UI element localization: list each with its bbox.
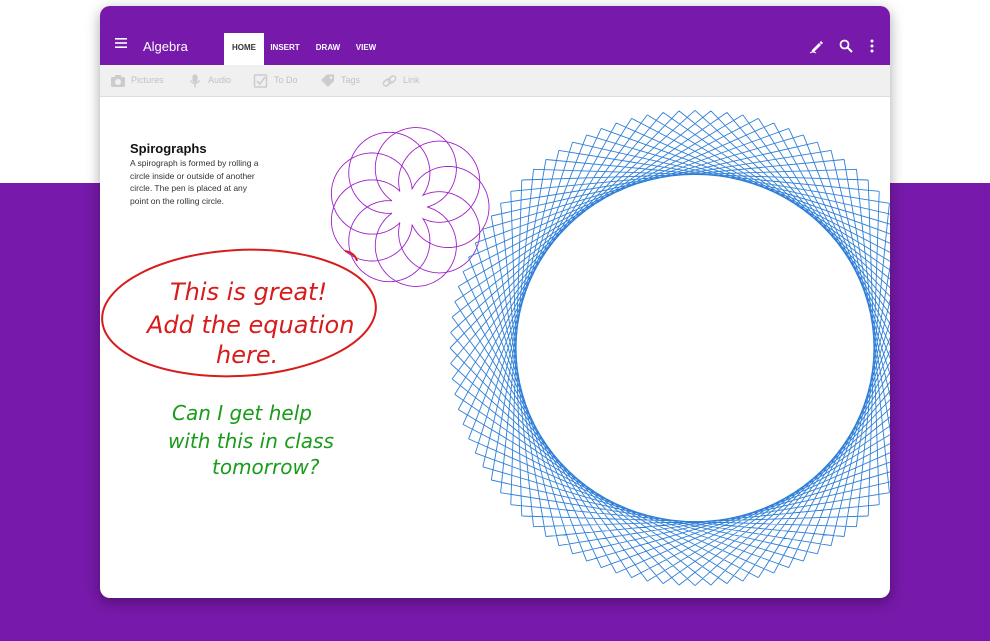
purple-spirograph-curve — [330, 127, 490, 287]
blue-spirograph — [449, 109, 890, 586]
red-ink-line-1: This is great! — [170, 278, 327, 306]
red-ink-line-2: Add the equation — [145, 311, 354, 339]
app-window: Algebra HOME INSERT DRAW VIEW Pictures A… — [100, 6, 890, 598]
green-ink-line-1: Can I get help — [172, 401, 312, 425]
green-ink-line-3: tomorrow? — [212, 455, 320, 479]
page-title: Spirographs — [130, 141, 207, 156]
page-body-text: A spirograph is formed by rolling a circ… — [130, 158, 259, 206]
red-ink-line-3: here. — [216, 341, 278, 369]
drawing-canvas: This is great! Add the equation here. Ca… — [101, 109, 890, 586]
green-ink-line-2: with this in class — [168, 429, 334, 453]
blue-spirograph-chords — [449, 109, 890, 586]
purple-spirograph — [330, 127, 490, 287]
